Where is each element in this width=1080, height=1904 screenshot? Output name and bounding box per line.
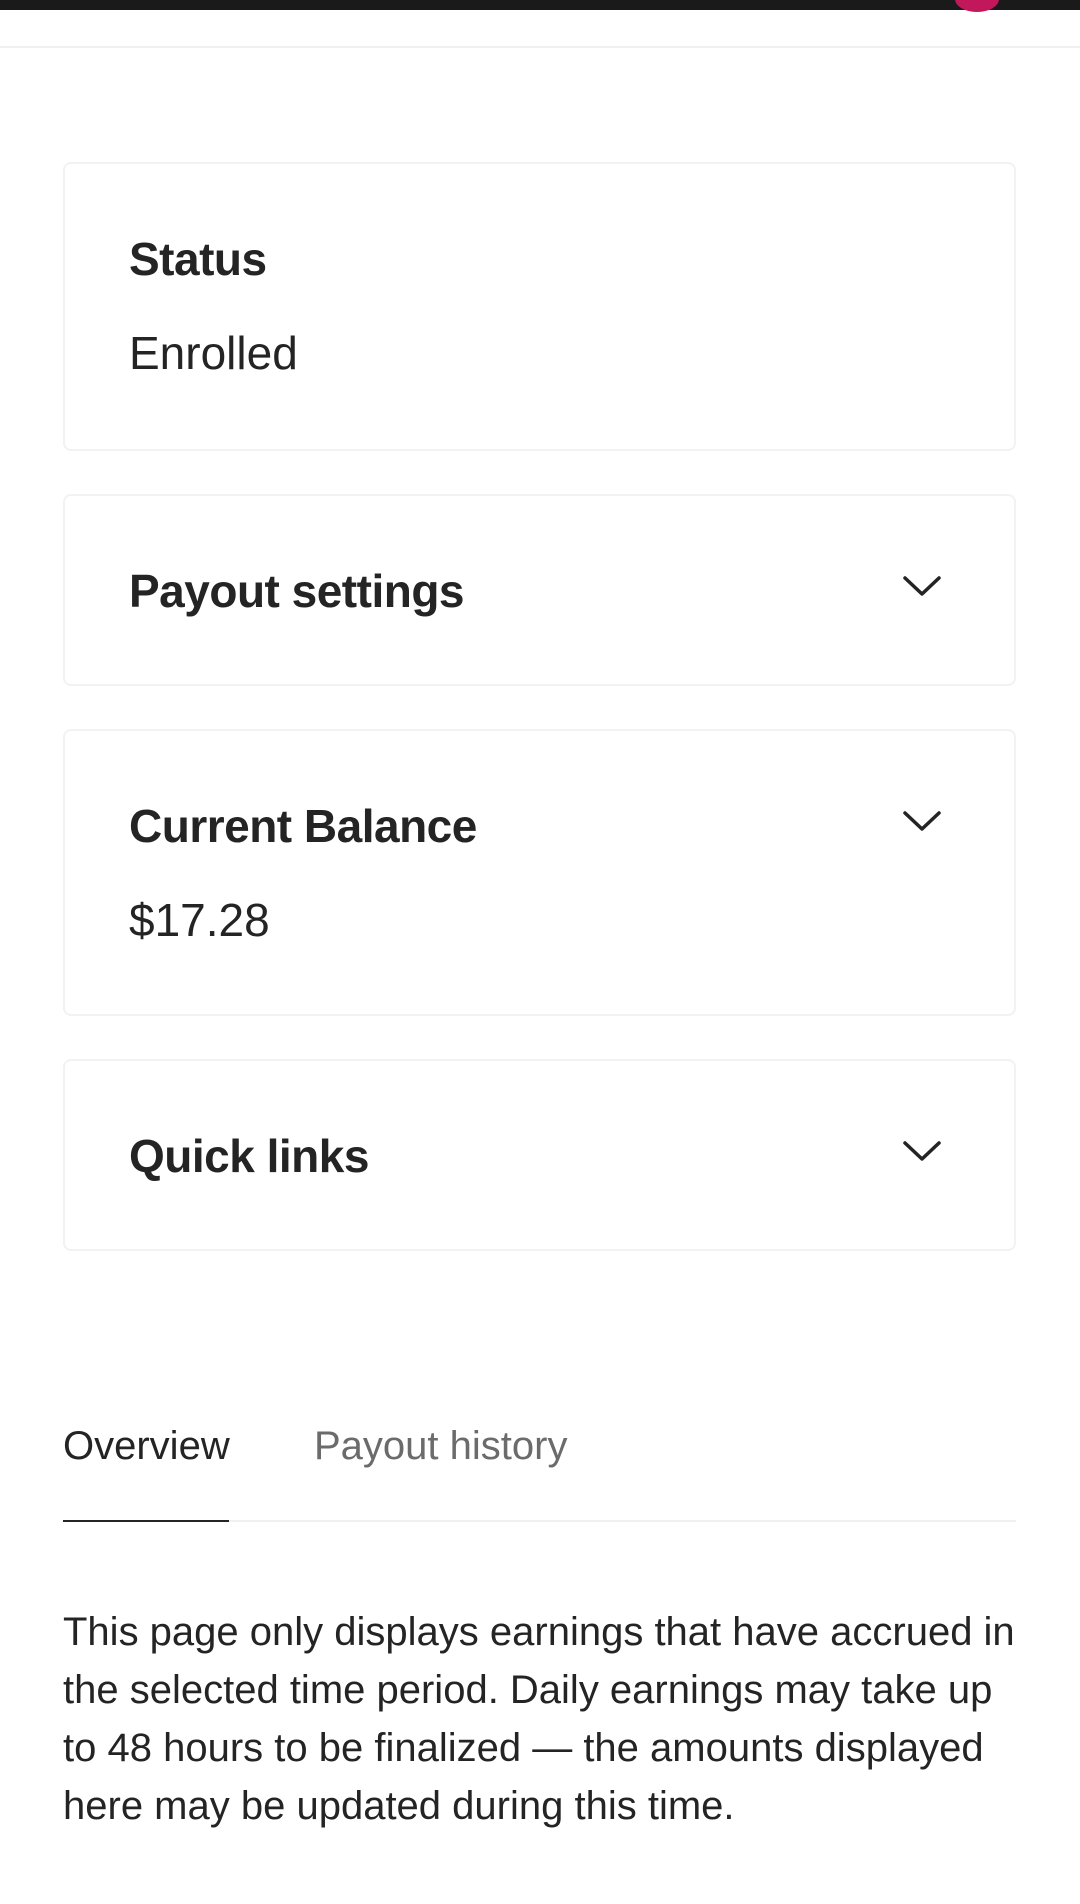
status-card: Status Enrolled bbox=[63, 162, 1016, 451]
quick-links-card[interactable]: Quick links bbox=[63, 1059, 1016, 1251]
chevron-down-icon[interactable] bbox=[902, 1137, 942, 1165]
current-balance-card[interactable]: Current Balance $17.28 bbox=[63, 729, 1016, 1016]
earnings-tabs: Overview Payout history bbox=[63, 1410, 1016, 1522]
current-balance-value: $17.28 bbox=[129, 894, 270, 946]
payout-settings-card[interactable]: Payout settings bbox=[63, 494, 1016, 686]
tab-payout-history[interactable]: Payout history bbox=[314, 1424, 567, 1469]
tab-overview[interactable]: Overview bbox=[63, 1424, 230, 1469]
chevron-down-icon[interactable] bbox=[902, 572, 942, 600]
earnings-note: This page only displays earnings that ha… bbox=[63, 1610, 1015, 1828]
status-bar bbox=[0, 0, 1080, 10]
status-title: Status bbox=[129, 233, 267, 285]
chevron-down-icon[interactable] bbox=[902, 807, 942, 835]
current-balance-title: Current Balance bbox=[129, 800, 477, 852]
top-header bbox=[0, 10, 1080, 48]
quick-links-title: Quick links bbox=[129, 1130, 369, 1182]
active-tab-indicator bbox=[63, 1520, 229, 1522]
payout-settings-title: Payout settings bbox=[129, 565, 465, 617]
status-value: Enrolled bbox=[129, 327, 298, 379]
